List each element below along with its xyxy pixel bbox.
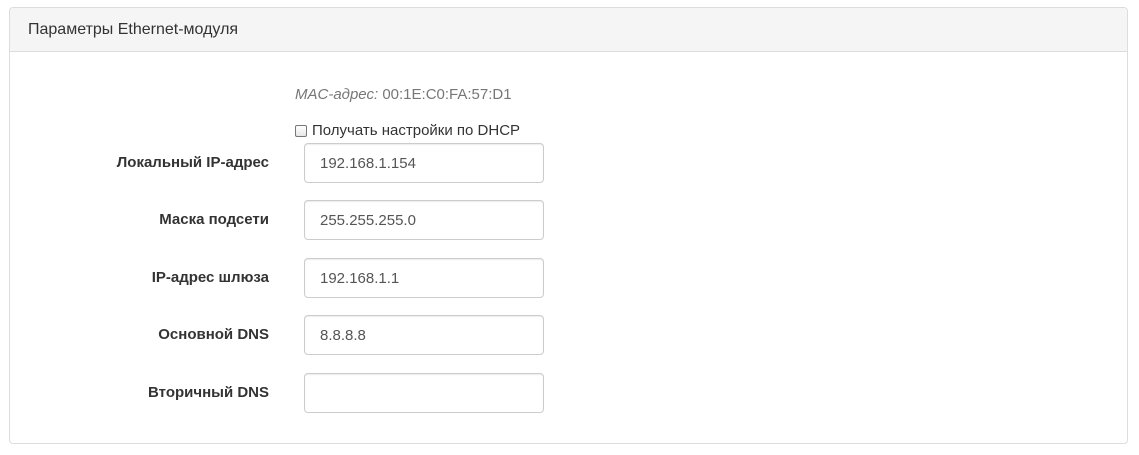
- dhcp-checkbox[interactable]: [295, 124, 307, 137]
- secondary-dns-input[interactable]: [304, 373, 544, 413]
- mac-address-line: MAC-адрес: 00:1E:C0:FA:57:D1: [295, 86, 512, 103]
- subnet-mask-input[interactable]: [304, 200, 544, 240]
- dhcp-checkbox-label: Получать настройки по DHCP: [312, 122, 521, 139]
- subnet-mask-label: Маска подсети: [159, 211, 269, 228]
- ethernet-settings-panel: Параметры Ethernet-модуля MAC-адрес: 00:…: [9, 7, 1128, 444]
- form-row-secondary-dns: Вторичный DNS: [10, 373, 570, 413]
- gateway-ip-label: IP-адрес шлюза: [151, 269, 269, 286]
- local-ip-input[interactable]: [304, 143, 544, 183]
- mac-address-label: MAC-адрес:: [295, 86, 379, 103]
- form-row-subnet-mask: Маска подсети: [10, 200, 570, 240]
- panel-title: Параметры Ethernet-модуля: [10, 8, 1127, 52]
- mac-address-value: 00:1E:C0:FA:57:D1: [382, 86, 512, 103]
- form-row-primary-dns: Основной DNS: [10, 315, 570, 355]
- primary-dns-label: Основной DNS: [158, 326, 269, 343]
- gateway-ip-input[interactable]: [304, 258, 544, 298]
- form-row-gateway: IP-адрес шлюза: [10, 258, 570, 298]
- primary-dns-input[interactable]: [304, 315, 544, 355]
- local-ip-label: Локальный IP-адрес: [116, 154, 269, 171]
- dhcp-option[interactable]: Получать настройки по DHCP: [295, 122, 520, 139]
- form-row-local-ip: Локальный IP-адрес: [10, 143, 570, 183]
- secondary-dns-label: Вторичный DNS: [148, 384, 269, 401]
